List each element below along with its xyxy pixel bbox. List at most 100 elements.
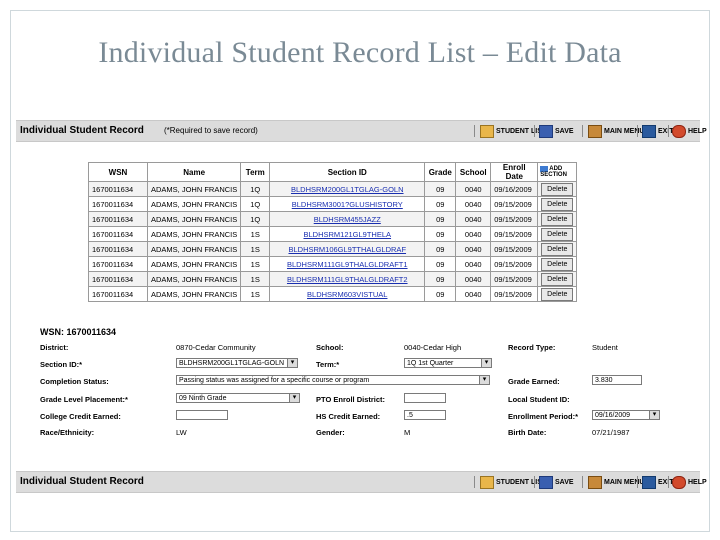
table-row: 1670011634 ADAMS, JOHN FRANCIS 1S BLDHSRM12… [88,226,578,242]
col-header-enroll-date: Enroll Date [490,162,539,182]
toolbar-separator [637,476,638,488]
table-row: 1670011634 ADAMS, JOHN FRANCIS 1Q BLDHSRM30… [88,196,578,212]
enrollment-period-label: Enrollment Period:* [508,412,579,421]
cell-grade: 09 [424,271,457,287]
bottom-toolbar: Individual Student Record STUDENT LIST S… [16,471,707,493]
grade-level-select[interactable]: 09 Ninth Grade [176,393,300,403]
cell-name: ADAMS, JOHN FRANCIS [146,211,242,227]
help-button[interactable]: HELP [672,475,707,489]
toolbar-separator [582,125,583,137]
toolbar-separator [474,476,475,488]
section-link[interactable]: BLDHSRM200GL1TGLAG-GOLN [291,185,404,194]
grade-earned-label: Grade Earned: [508,377,560,386]
help-icon [672,475,686,489]
cell-enroll-date: 09/16/2009 [490,181,539,197]
cell-section-id: BLDHSRM111GL9THALGLDRAFT1 [269,256,426,272]
cell-term: 1S [240,226,271,242]
toolbar-separator [474,125,475,137]
cell-action: Delete [537,196,578,212]
save-button[interactable]: SAVE [539,124,574,138]
table-row: 1670011634 ADAMS, JOHN FRANCIS 1S BLDHSRM10… [88,241,578,257]
toolbar-separator [534,476,535,488]
cell-term: 1Q [240,211,271,227]
delete-button[interactable]: Delete [541,272,574,286]
floppy-icon [539,124,553,138]
section-table: WSN Name Term Section ID Grade School En… [88,162,578,302]
home-icon [588,475,602,489]
birth-date-value: 07/21/1987 [592,428,630,437]
cell-term: 1Q [240,181,271,197]
grade-earned-input[interactable]: 3.830 [592,375,642,385]
toolbar-separator [534,125,535,137]
completion-status-select[interactable]: Passing status was assigned for a specif… [176,375,490,385]
col-header-section-id: Section ID [269,162,426,182]
section-link[interactable]: BLDHSRM121GL9THELA [303,230,391,239]
exit-icon [642,124,656,138]
delete-button[interactable]: Delete [541,212,574,226]
cell-school: 0040 [455,196,492,212]
delete-button[interactable]: Delete [541,197,574,211]
section-link[interactable]: BLDHSRM106GL9TTHALGLDRAF [288,245,406,254]
pto-district-input[interactable] [404,393,446,403]
cell-section-id: BLDHSRM121GL9THELA [269,226,426,242]
table-row: 1670011634 ADAMS, JOHN FRANCIS 1S BLDHSRM11… [88,271,578,287]
section-id-select[interactable]: BLDHSRM200GL1TGLAG-GOLN [176,358,298,368]
term-select[interactable]: 1Q 1st Quarter [404,358,492,368]
main-menu-button[interactable]: MAIN MENU [588,124,644,138]
section-link[interactable]: BLDHSRM111GL9THALGLDRAFT2 [287,275,408,284]
cell-grade: 09 [424,286,457,302]
cell-enroll-date: 09/15/2009 [490,241,539,257]
hs-credit-label: HS Credit Earned: [316,412,381,421]
record-type-value: Student [592,343,618,352]
cell-term: 1Q [240,196,271,212]
cell-wsn: 1670011634 [88,181,148,197]
cell-wsn: 1670011634 [88,196,148,212]
cell-action: Delete [537,181,578,197]
cell-term: 1S [240,241,271,257]
cell-grade: 09 [424,196,457,212]
cell-name: ADAMS, JOHN FRANCIS [146,286,242,302]
district-label: District: [40,343,69,352]
record-detail-panel: WSN: 1670011634 District: 0870-Cedar Com… [24,323,692,468]
add-section-button[interactable]: ADD SECTION [537,162,578,182]
college-credit-input[interactable] [176,410,228,420]
district-value: 0870-Cedar Community [176,343,256,352]
section-link[interactable]: BLDHSRM111GL9THALGLDRAFT1 [287,260,408,269]
school-label: School: [316,343,344,352]
cell-wsn: 1670011634 [88,286,148,302]
section-link[interactable]: BLDHSRM455JAZZ [314,215,381,224]
section-link[interactable]: BLDHSRM603VISTUAL [307,290,387,299]
cell-action: Delete [537,241,578,257]
help-button[interactable]: HELP [672,124,707,138]
section-link[interactable]: BLDHSRM3001?GLUSHISTORY [292,200,403,209]
record-type-label: Record Type: [508,343,556,352]
toolbar-separator [668,125,669,137]
delete-button[interactable]: Delete [541,182,574,196]
cell-wsn: 1670011634 [88,226,148,242]
enrollment-period-select[interactable]: 09/16/2009 [592,410,660,420]
cell-action: Delete [537,226,578,242]
cell-section-id: BLDHSRM106GL9TTHALGLDRAF [269,241,426,257]
list-icon [480,124,494,138]
delete-button[interactable]: Delete [541,257,574,271]
student-list-button[interactable]: STUDENT LIST [480,475,546,489]
cell-name: ADAMS, JOHN FRANCIS [146,196,242,212]
hs-credit-input[interactable]: .5 [404,410,446,420]
main-menu-button[interactable]: MAIN MENU [588,475,644,489]
cell-term: 1S [240,271,271,287]
cell-school: 0040 [455,256,492,272]
toolbar-separator [668,476,669,488]
delete-button[interactable]: Delete [541,227,574,241]
term-label: Term:* [316,360,340,369]
cell-action: Delete [537,256,578,272]
completion-status-label: Completion Status: [40,377,109,386]
delete-button[interactable]: Delete [541,242,574,256]
student-list-button[interactable]: STUDENT LIST [480,124,546,138]
cell-school: 0040 [455,286,492,302]
cell-school: 0040 [455,226,492,242]
cell-section-id: BLDHSRM3001?GLUSHISTORY [269,196,426,212]
cell-grade: 09 [424,211,457,227]
delete-button[interactable]: Delete [541,287,574,301]
exit-icon [642,475,656,489]
save-button[interactable]: SAVE [539,475,574,489]
